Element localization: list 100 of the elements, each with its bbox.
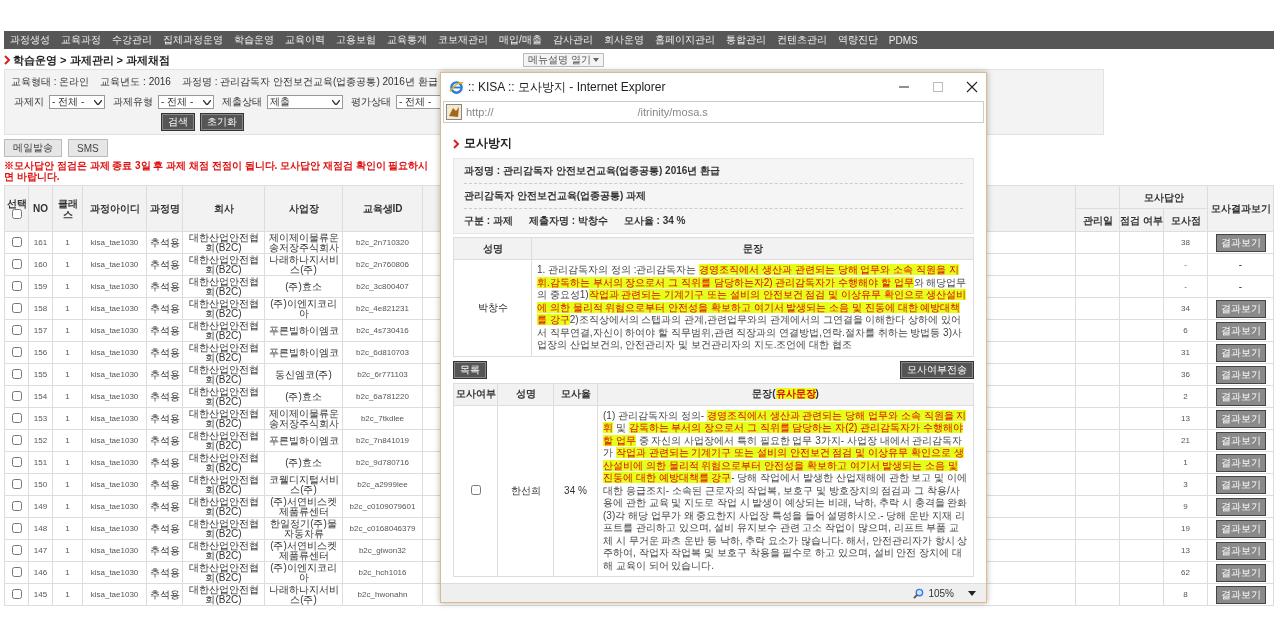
row-checkbox[interactable] (11, 346, 22, 357)
address-bar[interactable]: http:// /itrinity/mosa.s (443, 101, 984, 123)
row-checkbox[interactable] (11, 544, 22, 555)
menu-item[interactable]: 매입/매출 (499, 33, 542, 47)
result-button[interactable]: 결과보기 (1215, 387, 1266, 406)
table-cell: 대한산업안전협회(B2C) (182, 319, 265, 342)
dropdown[interactable]: - 전체 - (158, 95, 214, 109)
row-checkbox[interactable] (11, 280, 22, 291)
dropdown[interactable]: 제출 (267, 95, 343, 109)
table-cell: 153 (28, 407, 53, 430)
row-checkbox[interactable] (11, 390, 22, 401)
menu-item[interactable]: 교육과정 (61, 33, 101, 47)
popup-button[interactable]: 모사여부전송 (900, 360, 974, 379)
table-cell: 추석용 (146, 231, 183, 254)
menu-item[interactable]: 역량진단 (837, 33, 878, 47)
table-cell: 1 (52, 429, 83, 452)
result-button[interactable]: 결과보기 (1215, 233, 1266, 252)
table-cell: 추석용 (146, 253, 183, 276)
table-cell: 3 (1163, 473, 1208, 496)
column-header: 교육생ID (342, 185, 423, 232)
table-cell: 박창수 (453, 259, 532, 356)
menu-item[interactable]: 과정생성 (10, 33, 50, 47)
row-checkbox[interactable] (11, 522, 22, 533)
notice-text: ※모사답안 점검은 과제 종료 3일 후 과제 채점 전점이 됩니다. 모사답안 재점검 확인이 필요하시면 바랍니다. (4, 160, 429, 182)
popup-button[interactable]: 목록 (453, 360, 487, 379)
row-checkbox[interactable] (11, 324, 22, 335)
result-button[interactable]: 결과보기 (1215, 343, 1266, 362)
result-button[interactable]: 결과보기 (1215, 365, 1266, 384)
chevron-icon (4, 55, 10, 65)
table-cell: - (1163, 253, 1208, 276)
column-header: 모사여부 (453, 383, 498, 405)
url-text: http:// (466, 106, 494, 118)
table-cell: 추석용 (146, 451, 183, 474)
menu-item[interactable]: 수강관리 (112, 33, 152, 47)
action-button[interactable]: SMS (68, 139, 108, 157)
table-cell: 추석용 (146, 561, 183, 584)
menu-item[interactable]: 감사관리 (552, 33, 593, 47)
table-cell: kisa_tae1030 (82, 539, 147, 562)
table-cell: 1 (52, 275, 83, 298)
table-cell: 1 (52, 539, 83, 562)
row-checkbox[interactable] (11, 236, 22, 247)
row-checkbox[interactable] (11, 500, 22, 511)
table-cell: 1 (1163, 451, 1208, 474)
row-checkbox[interactable] (11, 434, 22, 445)
row-checkbox[interactable] (11, 368, 22, 379)
table-cell: 156 (28, 341, 53, 364)
menu-item[interactable]: 홈페이지관리 (654, 33, 715, 47)
table-cell: 1 (52, 561, 83, 584)
row-checkbox[interactable] (11, 566, 22, 577)
table-cell: kisa_tae1030 (82, 253, 147, 276)
match-checkbox[interactable] (470, 484, 481, 495)
table-cell: b2c_6d810703 (342, 341, 423, 364)
dropdown-caret-icon[interactable] (968, 590, 976, 596)
row-checkbox[interactable] (11, 456, 22, 467)
table-cell: kisa_tae1030 (82, 517, 147, 540)
menu-item[interactable]: 통합관리 (725, 33, 766, 47)
result-button[interactable]: 결과보기 (1215, 497, 1266, 516)
table-cell: 19 (1163, 517, 1208, 540)
row-checkbox[interactable] (11, 258, 22, 269)
result-button[interactable]: 결과보기 (1215, 475, 1266, 494)
row-checkbox[interactable] (11, 588, 22, 599)
action-button[interactable]: 메일발송 (4, 139, 62, 157)
filter-button[interactable]: 초기화 (200, 113, 244, 131)
result-button[interactable]: 결과보기 (1215, 453, 1266, 472)
select-all-checkbox[interactable] (11, 208, 22, 219)
table-cell: (주)효소 (264, 451, 343, 474)
filter-info: 과정명 : 관리감독자 안전보건교육(업종공통) 2016년 환급 (181, 75, 438, 89)
table-cell: 151 (28, 451, 53, 474)
row-checkbox[interactable] (11, 302, 22, 313)
table-cell: - (1163, 275, 1208, 298)
menu-item[interactable]: 컨텐츠관리 (776, 33, 827, 47)
close-icon[interactable] (966, 81, 978, 93)
table-cell: 대한산업안전협회(B2C) (182, 253, 265, 276)
dropdown[interactable]: - 전체 - (49, 95, 105, 109)
menu-item[interactable]: 집체과정운영 (163, 33, 223, 47)
zoom-level[interactable]: 105% (928, 587, 954, 599)
row-checkbox[interactable] (11, 412, 22, 423)
table-cell: 대한산업안전협회(B2C) (182, 495, 265, 518)
result-button[interactable]: 결과보기 (1215, 299, 1266, 318)
menu-item[interactable]: 학습운영 (234, 33, 274, 47)
result-button[interactable]: 결과보기 (1215, 519, 1266, 538)
table-cell: (주)서연비스켓제품류센터 (264, 495, 343, 518)
menu-item[interactable]: 교육이력 (285, 33, 325, 47)
menu-item[interactable]: 고용보험 (336, 33, 376, 47)
result-button[interactable]: 결과보기 (1215, 409, 1266, 428)
menu-help-button[interactable]: 메뉴설명 열기 (523, 53, 604, 67)
result-button[interactable]: 결과보기 (1215, 541, 1266, 560)
menu-item[interactable]: 코보재관리 (438, 33, 488, 47)
result-button[interactable]: 결과보기 (1215, 563, 1266, 582)
menu-item[interactable]: 교육통계 (387, 33, 427, 47)
row-checkbox[interactable] (11, 478, 22, 489)
result-button[interactable]: 결과보기 (1215, 321, 1266, 340)
result-button[interactable]: 결과보기 (1215, 431, 1266, 450)
result-button[interactable]: 결과보기 (1215, 585, 1266, 604)
menu-item[interactable]: 회사운영 (603, 33, 644, 47)
menu-item[interactable]: PDMS (888, 34, 918, 46)
filter-button[interactable]: 검색 (161, 113, 195, 131)
filter-label: 과제지 (14, 95, 44, 109)
table-cell: 1 (52, 253, 83, 276)
table-cell: b2c_4e821231 (342, 297, 423, 320)
